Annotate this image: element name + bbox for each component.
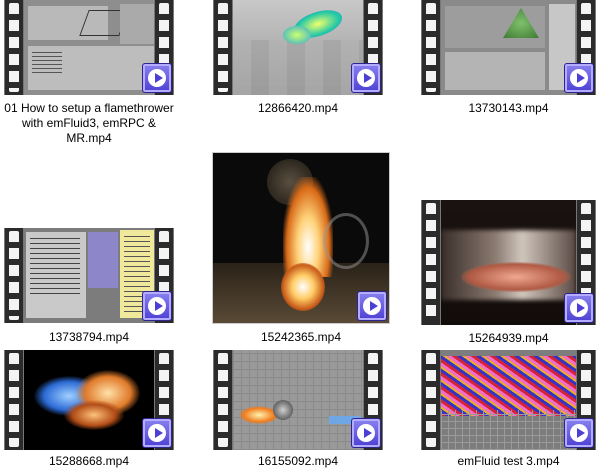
file-tile[interactable]: 12866420.mp4 — [213, 0, 383, 150]
play-icon — [142, 291, 172, 321]
file-name: 15264939.mp4 — [468, 331, 549, 345]
video-thumbnail[interactable] — [421, 350, 596, 450]
play-icon — [142, 418, 172, 448]
video-thumbnail[interactable] — [421, 0, 596, 95]
video-thumbnail[interactable] — [4, 350, 174, 450]
file-tile[interactable]: 01 How to setup a flamethrower with emFl… — [4, 0, 174, 150]
play-icon — [564, 293, 594, 323]
file-tile[interactable]: 13730143.mp4 — [421, 0, 596, 150]
file-name: emFluid test 3.mp4 — [457, 454, 560, 468]
play-icon — [357, 291, 387, 321]
video-thumbnail[interactable] — [213, 0, 383, 95]
file-name: 13738794.mp4 — [48, 330, 130, 344]
video-thumbnail[interactable] — [212, 152, 390, 324]
file-name: 12866420.mp4 — [257, 101, 339, 115]
file-tile[interactable]: 16155092.mp4 — [213, 350, 383, 470]
video-thumbnail[interactable] — [213, 350, 383, 450]
file-name: 13730143.mp4 — [468, 101, 549, 115]
video-thumbnail[interactable] — [421, 200, 596, 325]
file-tile[interactable]: emFluid test 3.mp4 — [421, 350, 596, 470]
file-tile[interactable]: 13738794.mp4 — [4, 228, 174, 348]
play-icon — [564, 418, 594, 448]
video-thumbnail[interactable] — [4, 0, 174, 95]
file-name: 15242365.mp4 — [260, 330, 342, 344]
video-thumbnail[interactable] — [4, 228, 174, 323]
play-icon — [142, 63, 172, 93]
file-name: 01 How to setup a flamethrower with emFl… — [4, 101, 174, 145]
play-icon — [351, 418, 381, 448]
file-tile[interactable]: 15242365.mp4 — [212, 152, 390, 347]
file-tile[interactable]: 15288668.mp4 — [4, 350, 174, 470]
play-icon — [564, 63, 594, 93]
file-name: 16155092.mp4 — [257, 454, 339, 468]
play-icon — [351, 63, 381, 93]
file-tile[interactable]: 15264939.mp4 — [421, 200, 596, 347]
file-name: 15288668.mp4 — [48, 454, 130, 468]
